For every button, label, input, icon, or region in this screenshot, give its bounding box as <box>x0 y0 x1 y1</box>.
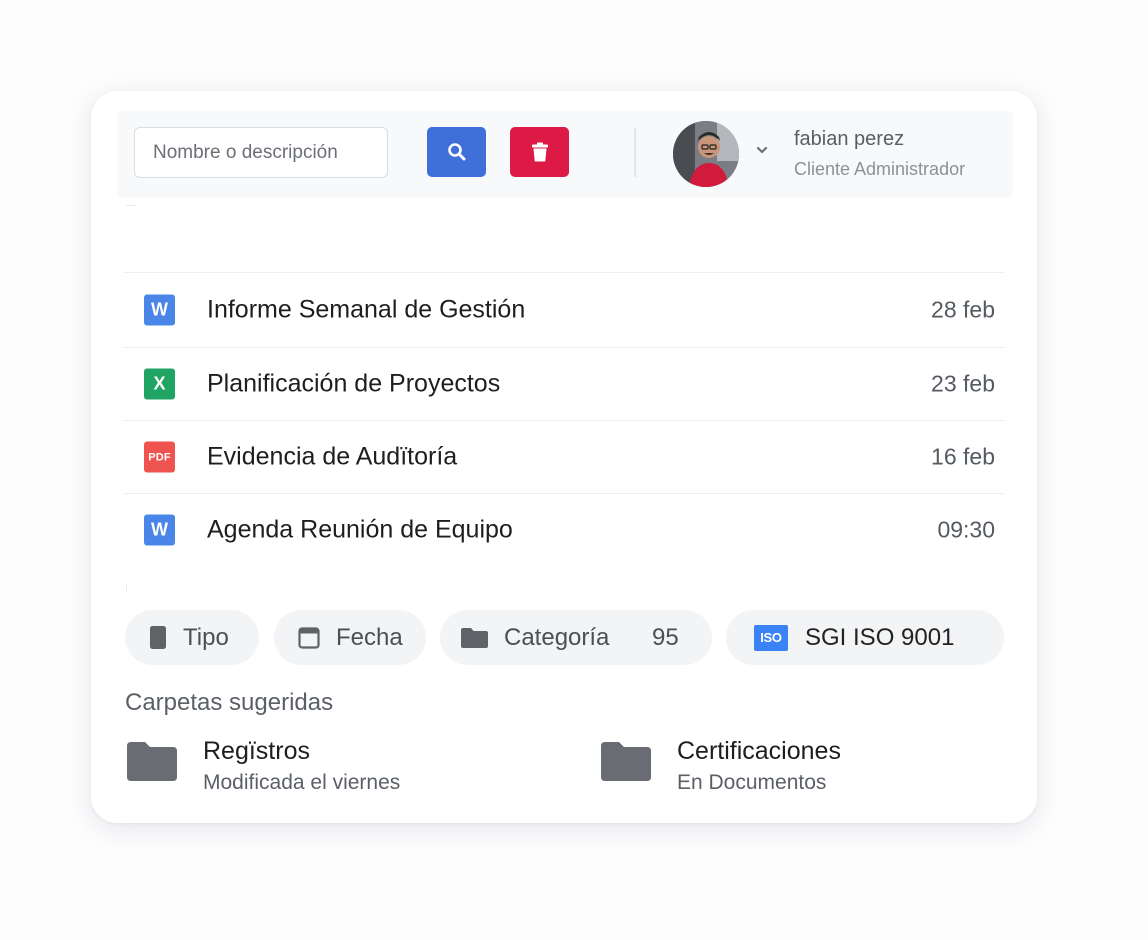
file-row[interactable]: W Informe Semanal de Gestión 28 feb <box>124 272 1004 347</box>
filter-chip-categoria[interactable]: Categoría 95 <box>440 610 712 665</box>
suggested-folders-title: Carpetas sugeridas <box>125 689 334 716</box>
user-name: fabian perez <box>794 128 905 150</box>
file-name: Planificación de Proyectos <box>207 369 501 398</box>
file-row[interactable]: PDF Evidencia de Audïtoría 16 feb <box>124 420 1004 493</box>
filter-chip-fecha[interactable]: Fecha <box>274 610 426 665</box>
avatar[interactable] <box>673 121 739 187</box>
filter-chip-tipo[interactable]: Tipo <box>125 610 259 665</box>
filter-chip-label: Categoría <box>504 623 610 651</box>
excel-file-icon: X <box>144 368 175 400</box>
file-date: 28 feb <box>931 296 995 323</box>
folder-name: Regïstros <box>203 737 310 765</box>
folder-subtitle: Modificada el viernes <box>203 771 401 794</box>
search-input[interactable] <box>134 127 388 178</box>
file-name: Evidencia de Audïtoría <box>207 442 458 471</box>
filter-chip-iso[interactable]: ISO SGI ISO 9001 <box>726 610 1004 665</box>
folder-icon <box>461 627 488 648</box>
file-date: 23 feb <box>931 370 995 397</box>
file-date: 09:30 <box>937 516 995 543</box>
filter-chip-label: Tipo <box>183 623 229 651</box>
divider <box>126 583 127 591</box>
folder-icon <box>601 742 651 781</box>
file-date: 16 feb <box>931 443 995 470</box>
document-panel: fabian perez Cliente Administrador W Inf… <box>91 91 1037 823</box>
top-bar: fabian perez Cliente Administrador <box>117 111 1013 198</box>
filter-chip-label: Fecha <box>336 623 403 651</box>
file-row[interactable]: W Agenda Reunión de Equipo 09:30 <box>124 493 1004 566</box>
folder-subtitle: En Documentos <box>677 771 827 794</box>
word-file-icon: W <box>144 294 175 326</box>
word-file-icon: W <box>144 514 175 546</box>
document-icon <box>149 625 167 650</box>
pdf-file-icon: PDF <box>144 441 175 473</box>
folder-icon <box>127 742 177 781</box>
folder-name: Certificaciones <box>677 737 841 765</box>
calendar-icon <box>298 626 320 649</box>
iso-icon: ISO <box>754 624 788 651</box>
trash-icon <box>531 142 548 162</box>
file-row[interactable]: X Planificación de Proyectos 23 feb <box>124 347 1004 420</box>
file-list: W Informe Semanal de Gestión 28 feb X Pl… <box>124 272 1004 566</box>
file-name: Agenda Reunión de Equipo <box>207 515 513 544</box>
search-icon <box>447 143 465 161</box>
divider <box>126 205 136 206</box>
category-count: 95 <box>652 623 679 651</box>
user-role: Cliente Administrador <box>794 159 966 179</box>
toolbar-divider <box>634 128 636 177</box>
delete-button[interactable] <box>510 127 569 177</box>
file-name: Informe Semanal de Gestión <box>207 295 526 324</box>
filter-chip-label: SGI ISO 9001 <box>805 623 955 651</box>
chevron-down-icon[interactable] <box>754 142 770 158</box>
search-button[interactable] <box>427 127 486 177</box>
